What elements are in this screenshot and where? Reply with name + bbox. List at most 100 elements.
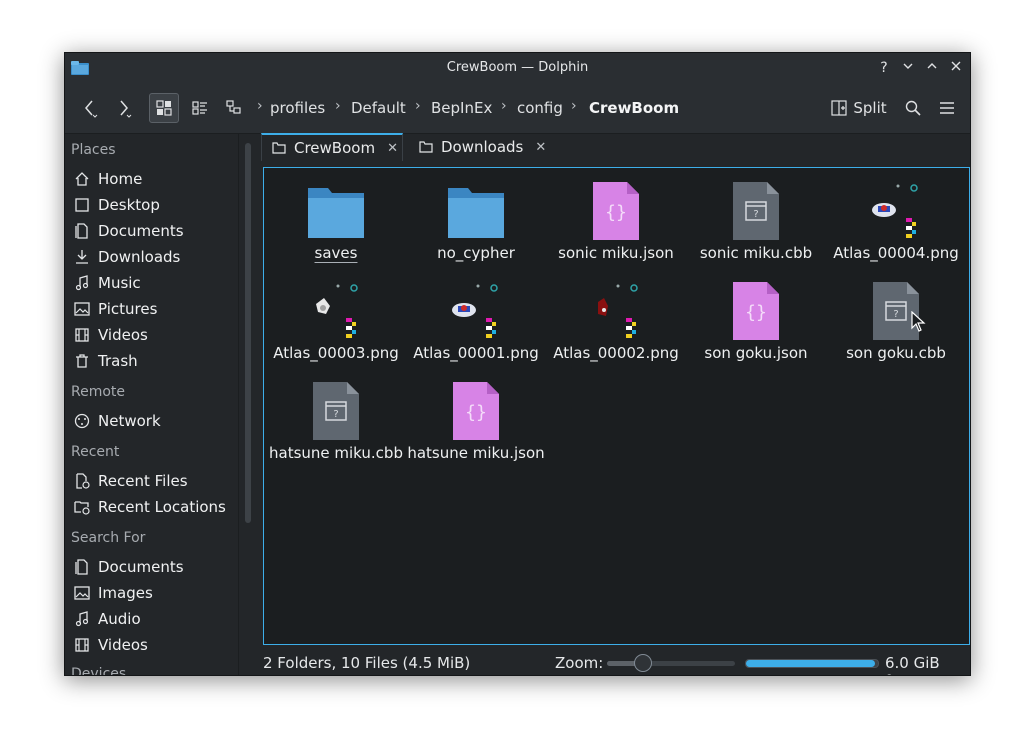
maximize-button[interactable] [923,59,941,77]
sidebar-item-recent-files[interactable]: Recent Files [73,470,238,492]
devices-header: Devices [71,666,127,676]
search-button[interactable] [901,93,925,123]
audio-icon [73,610,91,628]
close-tab-icon[interactable]: ✕ [387,141,398,156]
breadcrumb-profiles[interactable]: profiles [270,99,325,117]
icons-view-icon [156,100,172,116]
home-icon [73,170,91,188]
search-icon [905,100,921,116]
desktop-icon [73,196,91,214]
close-tab-icon[interactable]: ✕ [535,140,546,155]
icons-view-button[interactable] [149,93,179,123]
panel-divider[interactable] [238,134,239,675]
split-label: Split [853,99,887,117]
arrow-left-icon [85,100,98,118]
file-name: saves [314,244,358,262]
svg-text:?: ? [753,209,758,220]
sidebar-item-recent-locations[interactable]: Recent Locations [73,496,238,518]
file-name: hatsune miku.json [407,444,545,462]
breadcrumb-crewboom[interactable]: CrewBoom [589,99,679,117]
file-item-json[interactable]: {} son goku.json [686,280,826,376]
file-item-atlas[interactable]: Atlas_00003.png [266,280,406,376]
forward-button[interactable] [111,93,137,123]
breadcrumb-config[interactable]: config [517,99,563,117]
file-item-json[interactable]: {} sonic miku.json [546,180,686,276]
places-panel: Places Home Desktop Documents Downloads … [65,134,241,676]
breadcrumb-separator-icon: › [501,98,507,114]
file-item-cbb[interactable]: ? sonic miku.cbb [686,180,826,276]
folder-icon [419,141,433,153]
file-item-atlas[interactable]: Atlas_00002.png [546,280,686,376]
json-file-icon: {} [593,182,639,240]
split-button[interactable]: Split [825,93,893,123]
svg-text:{}: {} [465,402,487,423]
tab-downloads[interactable]: Downloads ✕ [409,133,549,161]
sidebar-item-home[interactable]: Home [73,168,238,190]
tab-bar: CrewBoom ✕ Downloads ✕ [261,133,970,163]
sidebar-item-search-documents[interactable]: Documents [73,556,238,578]
compact-view-button[interactable] [185,93,215,123]
breadcrumb-bepinex[interactable]: BepInEx [431,99,492,117]
sidebar-item-pictures[interactable]: Pictures [73,298,238,320]
json-file-icon: {} [453,382,499,440]
tab-label: CrewBoom [294,139,376,157]
file-name: hatsune miku.cbb [269,444,403,462]
back-button[interactable] [77,93,103,123]
chevron-down-icon [903,63,913,69]
folder-icon [448,188,504,238]
file-name: Atlas_00003.png [273,344,399,362]
sidebar-item-music[interactable]: Music [73,272,238,294]
sidebar-item-search-videos[interactable]: Videos [73,634,238,656]
zoom-slider[interactable] [607,654,735,672]
zoom-slider-handle[interactable] [633,654,652,672]
file-item-json[interactable]: {} hatsune miku.json [406,380,546,476]
videos-icon [73,636,91,654]
breadcrumb-default[interactable]: Default [351,99,406,117]
pictures-icon [73,300,91,318]
details-view-button[interactable] [219,93,249,123]
sidebar-item-search-audio[interactable]: Audio [73,608,238,630]
recent-locations-icon [73,498,91,516]
sidebar-item-network[interactable]: Network [73,410,238,432]
file-item-cbb[interactable]: ? hatsune miku.cbb [266,380,406,476]
file-item-folder[interactable]: no_cypher [406,180,546,276]
atlas-thumbnail-icon [452,284,498,338]
sidebar-item-videos[interactable]: Videos [73,324,238,346]
file-name: Atlas_00004.png [833,244,959,262]
file-item-atlas[interactable]: Atlas_00001.png [406,280,546,376]
minimize-button[interactable] [899,59,917,77]
help-button[interactable]: ? [875,59,893,77]
window-title: CrewBoom — Dolphin [446,60,589,75]
sidebar-scrollbar[interactable] [245,143,251,523]
unknown-file-icon: ? [733,182,779,240]
tab-label: Downloads [441,138,524,156]
documents-icon [73,222,91,240]
breadcrumb-separator-icon: › [335,98,341,114]
sidebar-item-trash[interactable]: Trash [73,350,238,372]
svg-text:?: ? [333,409,338,420]
split-view-icon [831,100,847,116]
file-name: sonic miku.cbb [699,244,813,262]
breadcrumb-separator-icon: › [415,98,421,114]
file-view[interactable]: saves no_cypher {} sonic miku.json ? son… [263,167,970,645]
tab-crewboom[interactable]: CrewBoom ✕ [261,133,403,161]
atlas-thumbnail-icon [872,184,918,238]
file-item-folder[interactable]: saves [266,180,406,276]
svg-text:{}: {} [605,202,627,223]
menu-button[interactable] [935,93,959,123]
recent-files-icon [73,472,91,490]
folder-icon [272,142,286,154]
sidebar-item-search-images[interactable]: Images [73,582,238,604]
file-item-atlas[interactable]: Atlas_00004.png [826,180,966,276]
atlas-thumbnail-icon [316,284,358,338]
sidebar-item-downloads[interactable]: Downloads [73,246,238,268]
unknown-file-icon: ? [313,382,359,440]
sidebar-item-documents[interactable]: Documents [73,220,238,242]
sidebar-item-desktop[interactable]: Desktop [73,194,238,216]
places-header: Places [71,142,116,158]
file-item-cbb[interactable]: ? son goku.cbb [826,280,966,376]
file-name: no_cypher [437,244,515,262]
file-name: Atlas_00001.png [413,344,539,362]
search-for-header: Search For [71,530,146,546]
close-button[interactable] [947,59,965,77]
